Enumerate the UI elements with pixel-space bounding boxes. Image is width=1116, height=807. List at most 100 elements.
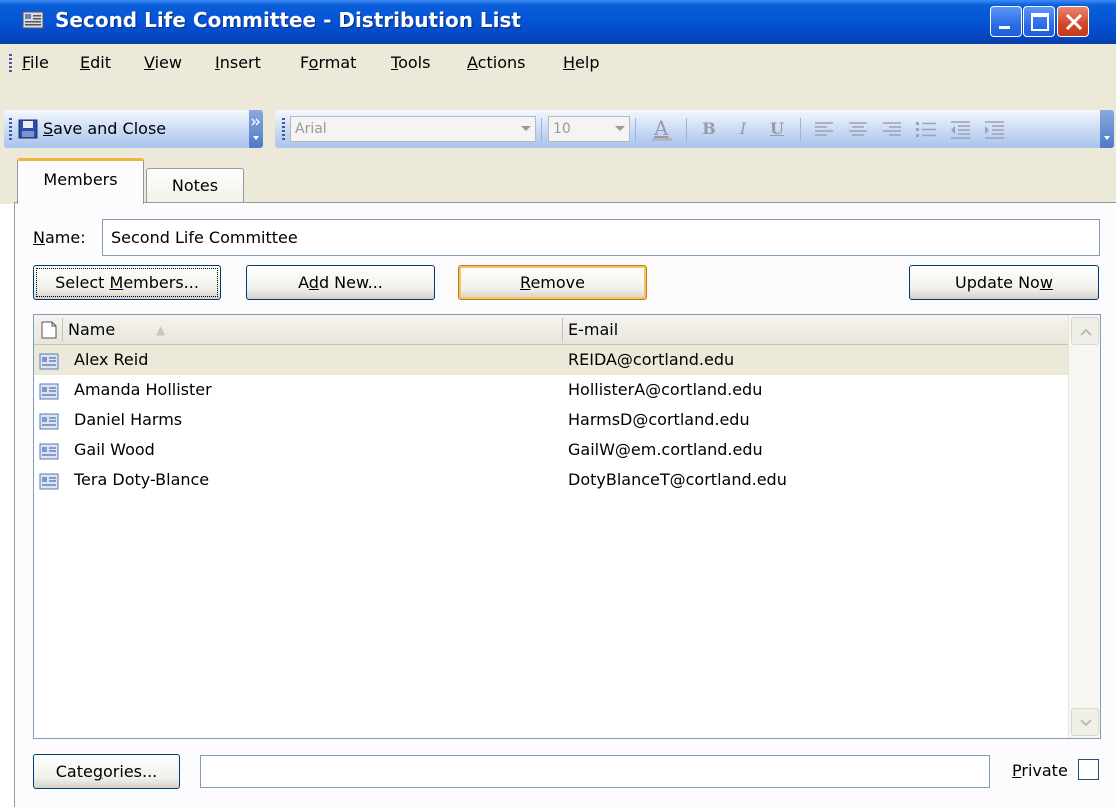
menu-help[interactable]: Help	[563, 44, 599, 82]
update-now-button[interactable]: Update Now	[909, 265, 1099, 300]
align-left-icon	[815, 122, 833, 136]
table-row[interactable]: Amanda Hollister HollisterA@cortland.edu	[34, 375, 1068, 405]
minimize-icon	[999, 26, 1010, 29]
dropdown-arrow-icon	[615, 126, 625, 131]
toolbar-separator	[686, 118, 687, 142]
name-field[interactable]: Second Life Committee	[102, 219, 1100, 256]
column-header-email[interactable]: E-mail	[568, 315, 1068, 345]
dropdown-arrow-icon	[521, 126, 531, 131]
toolbar-area: Save and Close Arial 10 A B I U	[0, 82, 1116, 162]
italic-button[interactable]: I	[728, 116, 758, 142]
font-name-combo[interactable]: Arial	[290, 116, 536, 142]
underline-icon: U	[770, 119, 784, 138]
menu-insert[interactable]: Insert	[215, 44, 261, 82]
menu-bar: File Edit View Insert Format Tools Actio…	[0, 44, 1116, 82]
formatting-grip-icon	[282, 118, 285, 140]
table-row[interactable]: Alex Reid REIDA@cortland.edu	[34, 345, 1068, 375]
name-label: Name:	[33, 228, 86, 247]
item-type-column-icon[interactable]	[41, 321, 57, 343]
add-new-label: Add New...	[298, 273, 383, 292]
row-email: DotyBlanceT@cortland.edu	[568, 470, 787, 489]
svg-text:A: A	[653, 116, 669, 140]
column-divider[interactable]	[62, 318, 63, 342]
bullets-button[interactable]	[910, 116, 942, 142]
row-name: Tera Doty-Blance	[74, 470, 210, 489]
minimize-button[interactable]	[990, 6, 1022, 37]
close-button[interactable]	[1057, 6, 1089, 37]
column-divider[interactable]	[562, 318, 563, 342]
row-name: Gail Wood	[74, 440, 155, 459]
table-row[interactable]: Gail Wood GailW@em.cortland.edu	[34, 435, 1068, 465]
bullets-icon	[916, 122, 936, 137]
categories-button[interactable]: Categories...	[33, 754, 180, 789]
align-left-button[interactable]	[808, 116, 840, 142]
toolbar-overflow-button[interactable]	[249, 110, 263, 148]
tab-members-label: Members	[43, 170, 118, 189]
increase-indent-icon	[985, 121, 1004, 139]
increase-indent-button[interactable]	[978, 116, 1010, 142]
bold-button[interactable]: B	[694, 116, 724, 142]
save-icon	[18, 119, 38, 139]
vertical-scrollbar[interactable]	[1068, 315, 1100, 738]
underline-button[interactable]: U	[762, 116, 792, 142]
tab-strip: Members Notes	[0, 158, 1116, 204]
categories-label: Categories...	[55, 762, 158, 781]
align-right-button[interactable]	[876, 116, 908, 142]
row-name: Amanda Hollister	[74, 380, 212, 399]
menu-file[interactable]: File	[22, 44, 49, 82]
title-bar[interactable]: Second Life Committee - Distribution Lis…	[0, 0, 1116, 44]
column-header-name-label: Name	[68, 320, 116, 339]
remove-label: Remove	[520, 273, 585, 292]
formatting-overflow-button[interactable]	[1100, 110, 1114, 148]
window-title: Second Life Committee - Distribution Lis…	[55, 8, 521, 32]
row-name: Daniel Harms	[74, 410, 183, 429]
chevron-up-icon	[1080, 328, 1092, 336]
private-label: Private	[1012, 761, 1068, 780]
save-and-close-label: Save and Close	[43, 119, 167, 138]
name-field-value: Second Life Committee	[111, 228, 298, 247]
toolbar-grip-icon	[9, 118, 12, 140]
bold-icon: B	[702, 119, 716, 138]
scroll-up-button[interactable]	[1071, 317, 1099, 345]
select-members-label: Select Members...	[55, 273, 199, 292]
decrease-indent-button[interactable]	[944, 116, 976, 142]
table-row[interactable]: Daniel Harms HarmsD@cortland.edu	[34, 405, 1068, 435]
font-color-button[interactable]: A	[645, 116, 679, 142]
align-center-icon	[849, 122, 867, 136]
toolbar-separator	[800, 118, 801, 142]
menu-tools[interactable]: Tools	[391, 44, 430, 82]
chevron-down-icon	[1080, 719, 1092, 727]
maximize-button[interactable]	[1023, 6, 1055, 37]
menu-format[interactable]: Format	[300, 44, 356, 82]
toolbar-separator	[541, 118, 542, 142]
table-row[interactable]: Tera Doty-Blance DotyBlanceT@cortland.ed…	[34, 465, 1068, 495]
members-list[interactable]: Name ▲ E-mail Alex Reid REIDA@cortland.e…	[33, 314, 1101, 739]
categories-field[interactable]	[200, 755, 990, 788]
maximize-icon	[1031, 13, 1049, 31]
menu-actions[interactable]: Actions	[467, 44, 525, 82]
distribution-list-icon	[22, 10, 44, 30]
row-email: GailW@em.cortland.edu	[568, 440, 763, 459]
column-header-name[interactable]: Name ▲	[68, 315, 563, 345]
tab-notes-label: Notes	[171, 176, 219, 195]
select-members-button[interactable]: Select Members...	[33, 265, 221, 300]
menu-view[interactable]: View	[144, 44, 182, 82]
decrease-indent-icon	[951, 121, 970, 139]
row-name: Alex Reid	[74, 350, 149, 369]
align-center-button[interactable]	[842, 116, 874, 142]
toolbar-separator	[635, 118, 636, 142]
close-icon	[1065, 13, 1083, 31]
add-new-button[interactable]: Add New...	[246, 265, 435, 300]
remove-button[interactable]: Remove	[458, 265, 647, 300]
menu-edit[interactable]: Edit	[80, 44, 111, 82]
menu-grip-icon	[9, 54, 12, 72]
chevron-down-icon	[1104, 136, 1110, 140]
tab-notes[interactable]: Notes	[146, 168, 244, 204]
font-size-combo[interactable]: 10	[548, 116, 630, 142]
scroll-down-button[interactable]	[1071, 708, 1099, 736]
column-header-email-label: E-mail	[568, 320, 619, 339]
row-email: HollisterA@cortland.edu	[568, 380, 763, 399]
tab-members[interactable]: Members	[17, 158, 144, 204]
private-checkbox[interactable]	[1078, 759, 1099, 780]
contact-card-icon	[39, 471, 59, 501]
